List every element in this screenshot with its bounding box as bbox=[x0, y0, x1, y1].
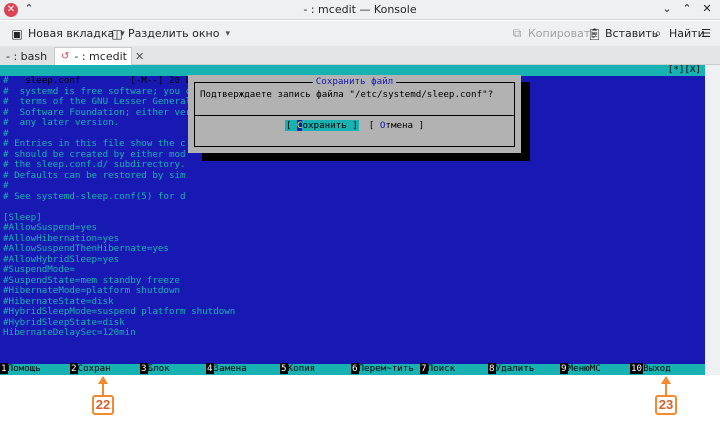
hamburger-menu-icon[interactable]: ☰ bbox=[701, 25, 711, 42]
fkey-2[interactable]: 2Сохран bbox=[70, 363, 111, 375]
chevron-down-icon: ▾ bbox=[225, 28, 230, 39]
editor-line: # See systemd-sleep.conf(5) for d bbox=[3, 190, 186, 202]
fkey-label: Выход bbox=[643, 363, 671, 374]
find-button[interactable]: ⌕ Найти bbox=[651, 25, 705, 42]
fkey-10[interactable]: 10Выход bbox=[630, 363, 671, 375]
editor-line: # bbox=[3, 180, 9, 191]
save-button[interactable]: [ Сохранить ] bbox=[284, 120, 359, 131]
fkey-3[interactable]: 3Блок bbox=[140, 363, 170, 375]
new-tab-icon: ▣ bbox=[11, 26, 23, 41]
fkey-6[interactable]: 6Перем~тить bbox=[351, 363, 414, 375]
fkey-label: Замена bbox=[213, 363, 247, 374]
editor-line: HibernateDelaySec=120min bbox=[3, 327, 136, 338]
split-view-label: Разделить окно bbox=[128, 27, 220, 40]
search-icon: ⌕ bbox=[654, 26, 662, 40]
tab-mcedit[interactable]: ↺ - : mcedit ✕ bbox=[54, 47, 144, 65]
editor-line: #AllowSuspend=yes bbox=[3, 222, 98, 233]
close-icon[interactable]: ✕ bbox=[700, 2, 714, 16]
title-bar: ✕ ⌃ - : mcedit — Konsole ⌄ ⌃ ✕ bbox=[0, 0, 720, 20]
fkey-label: Помощь bbox=[7, 363, 41, 374]
copy-button[interactable]: ⧉ Копировать bbox=[510, 25, 597, 42]
callout-line bbox=[665, 383, 667, 395]
toolbar: ▣ Новая вкладка ▾ ◫ Разделить окно ▾ ⧉ К… bbox=[0, 21, 720, 46]
paste-button[interactable]: 📋︎ Вставить bbox=[587, 25, 658, 42]
callout-badge-a: 22 bbox=[92, 395, 114, 415]
callout-line bbox=[102, 383, 104, 395]
fkey-8[interactable]: 8Удалить bbox=[488, 363, 535, 375]
dialog-buttons: [ Сохранить ] [ Отмена ] bbox=[188, 120, 521, 131]
scrollbar[interactable] bbox=[705, 65, 720, 375]
dialog-separator bbox=[194, 115, 515, 116]
fkey-1[interactable]: 1Помощь bbox=[0, 363, 41, 375]
tab-label: - : bash bbox=[6, 49, 48, 63]
dialog-message: Подтверждаете запись файла "/etc/systemd… bbox=[200, 89, 494, 100]
status-flags: [*][X] bbox=[667, 65, 701, 75]
save-file-dialog: Сохранить файл Подтверждаете запись файл… bbox=[188, 75, 521, 153]
editor-line: #HybridSleepMode=suspend platform shutdo… bbox=[3, 306, 236, 317]
fkey-number: 10 bbox=[630, 363, 644, 374]
paste-icon: 📋︎ bbox=[587, 26, 603, 41]
window-title: - : mcedit — Konsole bbox=[303, 3, 417, 16]
editor-line: #HibernateMode=platform shutdown bbox=[3, 285, 181, 296]
function-key-bar: 1Помощь 2Сохран 3Блок 4Замена 5Копия 6Перем~т… bbox=[0, 363, 705, 375]
fkey-label: Перем~тить bbox=[358, 363, 414, 374]
fkey-label: Сохран bbox=[77, 363, 111, 374]
fkey-number: 3 bbox=[140, 363, 148, 374]
tab-bash[interactable]: - : bash ✕ bbox=[0, 47, 64, 65]
fkey-7[interactable]: 7Поиск bbox=[420, 363, 456, 375]
fkey-number: 9 bbox=[560, 363, 568, 374]
fkey-label: Удалить bbox=[495, 363, 535, 374]
new-tab-button[interactable]: ▣ Новая вкладка ▾ bbox=[10, 25, 124, 42]
fkey-label: МенюMC bbox=[567, 363, 601, 374]
close-tab-icon[interactable]: ✕ bbox=[135, 48, 144, 65]
fkey-label: Блок bbox=[147, 363, 170, 374]
fkey-label: Поиск bbox=[427, 363, 456, 374]
editor-line: # the sleep.conf.d/ subdirectory. bbox=[3, 159, 186, 170]
fkey-5[interactable]: 5Копия bbox=[280, 363, 316, 375]
copy-icon: ⧉ bbox=[512, 26, 522, 40]
tab-bar: - : bash ✕ ↺ - : mcedit ✕ bbox=[0, 46, 720, 65]
fkey-number: 2 bbox=[70, 363, 78, 374]
editor-line: # Defaults can be restored by sim bbox=[3, 169, 186, 181]
split-view-button[interactable]: ◫ Разделить окно ▾ bbox=[110, 25, 230, 42]
fkey-number: 8 bbox=[488, 363, 496, 374]
fkey-number: 5 bbox=[280, 363, 288, 374]
fkey-number: 4 bbox=[206, 363, 214, 374]
activity-icon: ↺ bbox=[61, 51, 70, 62]
fkey-number: 6 bbox=[351, 363, 359, 374]
find-label: Найти bbox=[669, 27, 705, 40]
split-view-icon: ◫ bbox=[111, 26, 123, 41]
editor-line: #AllowSuspendThenHibernate=yes bbox=[3, 243, 169, 254]
fkey-4[interactable]: 4Замена bbox=[206, 363, 247, 375]
fkey-label: Копия bbox=[287, 363, 316, 374]
new-tab-label: Новая вкладка bbox=[28, 27, 115, 40]
fkey-number: 1 bbox=[0, 363, 8, 374]
editor-line: #SuspendMode= bbox=[3, 264, 75, 275]
maximize-icon[interactable]: ⌃ bbox=[680, 2, 694, 16]
tab-label: - : mcedit bbox=[74, 50, 127, 63]
cancel-button[interactable]: [ Отмена ] bbox=[369, 120, 424, 131]
minimize-icon[interactable]: ⌄ bbox=[660, 2, 674, 16]
callout-badge-b: 23 bbox=[655, 395, 677, 415]
fkey-9[interactable]: 9МенюMC bbox=[560, 363, 601, 375]
fkey-number: 7 bbox=[420, 363, 428, 374]
dialog-title: Сохранить файл bbox=[188, 76, 521, 87]
